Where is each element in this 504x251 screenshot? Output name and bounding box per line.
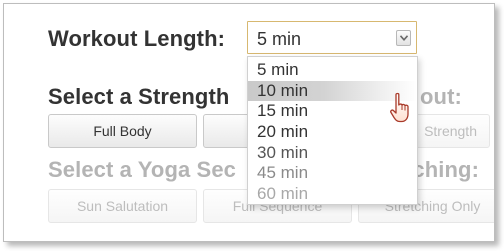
- hand-pointer-icon: [389, 92, 413, 129]
- option-45-min[interactable]: 45 min: [248, 163, 417, 184]
- strength-section-heading: Select a Strength: [48, 84, 230, 109]
- workout-length-selected-value: 5 min: [257, 29, 302, 49]
- app-frame: Workout Length: 5 min Select a Strength …: [3, 3, 495, 242]
- option-5-min[interactable]: 5 min: [248, 60, 417, 81]
- yoga-section-heading: Select a Yoga Sec: [48, 157, 236, 182]
- full-body-button[interactable]: Full Body: [48, 114, 197, 148]
- workout-length-dropdown-list: 5 min 10 min 15 min 20 min 30 min 45 min…: [247, 56, 418, 205]
- strength-section-heading-tail: out:: [420, 84, 462, 109]
- option-30-min[interactable]: 30 min: [248, 143, 417, 164]
- sun-salutation-button[interactable]: Sun Salutation: [48, 189, 197, 223]
- chevron-down-icon[interactable]: [396, 30, 411, 46]
- workout-length-label: Workout Length:: [48, 26, 226, 51]
- workout-length-select[interactable]: 5 min: [247, 21, 417, 54]
- option-60-min[interactable]: 60 min: [248, 184, 417, 205]
